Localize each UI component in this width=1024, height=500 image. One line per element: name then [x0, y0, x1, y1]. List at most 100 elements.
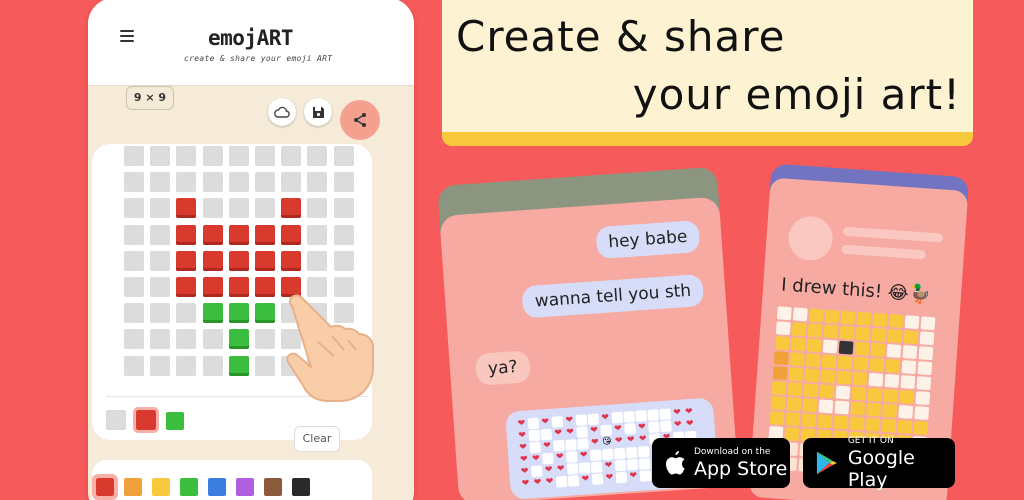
- pixel-cell[interactable]: [228, 224, 249, 245]
- clear-button[interactable]: Clear: [294, 426, 340, 452]
- pixel-cell[interactable]: [307, 146, 328, 166]
- pixel-cell[interactable]: [202, 146, 223, 166]
- pixel-cell[interactable]: [124, 276, 144, 297]
- pixel-cell[interactable]: [254, 329, 275, 350]
- pixel-cell[interactable]: [281, 250, 302, 271]
- pixel-cell[interactable]: [124, 172, 144, 193]
- pixel-cell[interactable]: [333, 198, 354, 219]
- pixel-cell[interactable]: [176, 355, 197, 376]
- pixel-cell[interactable]: [202, 329, 223, 350]
- pixel-cell[interactable]: [228, 303, 249, 324]
- palette-orange[interactable]: [124, 478, 142, 496]
- pixel-cell[interactable]: [254, 146, 275, 166]
- pixel-cell[interactable]: [202, 276, 223, 297]
- grid-size-button[interactable]: 9 × 9: [126, 86, 174, 110]
- pixel-cell[interactable]: [150, 303, 171, 324]
- emoji-pixel: [635, 410, 648, 422]
- palette-yellow[interactable]: [152, 478, 170, 496]
- pixel-cell[interactable]: [307, 224, 328, 245]
- palette-brown[interactable]: [264, 478, 282, 496]
- pixel-cell[interactable]: [228, 146, 249, 166]
- pixel-cell[interactable]: [281, 224, 302, 245]
- pixel-cell[interactable]: [254, 355, 275, 376]
- app-store-small-text: Download on the: [694, 446, 771, 457]
- pixel-cell[interactable]: [176, 198, 197, 219]
- emoji-pixel: [866, 402, 882, 417]
- pixel-cell[interactable]: [333, 250, 354, 271]
- app-store-badge[interactable]: Download on the App Store: [652, 438, 790, 488]
- emoji-pixel: [897, 419, 913, 434]
- palette-blue[interactable]: [208, 478, 226, 496]
- pixel-cell[interactable]: [307, 198, 328, 219]
- pixel-cell[interactable]: [150, 198, 171, 219]
- pixel-cell[interactable]: [124, 355, 144, 376]
- emoji-pixel: [660, 420, 672, 433]
- pixel-cell[interactable]: [254, 224, 275, 245]
- pixel-cell[interactable]: [124, 224, 144, 245]
- pixel-cell[interactable]: [150, 276, 171, 297]
- pixel-cell[interactable]: [333, 146, 354, 166]
- emoji-pixel: [865, 417, 881, 432]
- palette-green[interactable]: [180, 478, 198, 496]
- pixel-cell[interactable]: [228, 198, 249, 219]
- pixel-cell[interactable]: [176, 172, 197, 193]
- pixel-cell[interactable]: [202, 224, 223, 245]
- pixel-cell[interactable]: [176, 250, 197, 271]
- pixel-cell[interactable]: [228, 172, 249, 193]
- share-button[interactable]: [340, 100, 380, 140]
- pixel-cell[interactable]: [202, 355, 223, 376]
- pixel-cell[interactable]: [228, 250, 249, 271]
- recent-color-red[interactable]: [133, 407, 159, 433]
- pixel-cell[interactable]: [228, 355, 249, 376]
- pixel-cell[interactable]: [254, 303, 275, 324]
- pixel-cell[interactable]: [124, 250, 144, 271]
- google-play-badge[interactable]: GET IT ON Google Play: [803, 436, 955, 491]
- pixel-cell[interactable]: [281, 172, 302, 193]
- share-icon: [354, 113, 366, 127]
- emoji-pixel: [601, 448, 614, 461]
- headline-line-1: Create & share: [456, 12, 786, 61]
- pixel-cell[interactable]: [202, 172, 223, 193]
- pixel-cell[interactable]: [281, 198, 302, 219]
- pixel-cell[interactable]: [281, 146, 302, 166]
- pixel-cell[interactable]: [150, 224, 171, 245]
- pixel-cell[interactable]: [307, 250, 328, 271]
- pixel-cell[interactable]: [202, 303, 223, 324]
- palette-red[interactable]: [92, 474, 118, 500]
- pixel-cell[interactable]: [254, 172, 275, 193]
- pixel-cell[interactable]: [124, 329, 144, 350]
- palette-purple[interactable]: [236, 478, 254, 496]
- pixel-cell[interactable]: [150, 172, 171, 193]
- pixel-cell[interactable]: [176, 303, 197, 324]
- cloud-save-button[interactable]: [268, 98, 296, 126]
- pixel-cell[interactable]: [150, 355, 171, 376]
- recent-color-green[interactable]: [166, 412, 184, 430]
- pixel-cell[interactable]: [150, 329, 171, 350]
- pixel-cell[interactable]: [254, 198, 275, 219]
- pixel-cell[interactable]: [202, 250, 223, 271]
- pixel-cell[interactable]: [176, 329, 197, 350]
- emoji-pixel: [898, 404, 914, 419]
- palette-black[interactable]: [292, 478, 310, 496]
- pixel-cell[interactable]: [228, 329, 249, 350]
- recent-color-empty[interactable]: [106, 410, 126, 430]
- pixel-cell[interactable]: [150, 250, 171, 271]
- pixel-cell[interactable]: [254, 276, 275, 297]
- pixel-cell[interactable]: [176, 224, 197, 245]
- emoji-pixel: [851, 386, 867, 401]
- pixel-cell[interactable]: [333, 172, 354, 193]
- pixel-cell[interactable]: [307, 172, 328, 193]
- pixel-cell[interactable]: [124, 303, 144, 324]
- pixel-cell[interactable]: [202, 198, 223, 219]
- save-button[interactable]: [304, 98, 332, 126]
- pixel-cell[interactable]: [150, 146, 171, 166]
- pixel-cell[interactable]: [254, 250, 275, 271]
- pixel-cell[interactable]: [228, 276, 249, 297]
- pixel-cell[interactable]: [333, 224, 354, 245]
- pixel-cell[interactable]: [124, 198, 144, 219]
- hamburger-menu-icon[interactable]: [120, 30, 134, 42]
- pixel-cell[interactable]: [176, 146, 197, 166]
- pixel-cell[interactable]: [124, 146, 144, 166]
- emoji-pixel: [916, 376, 932, 391]
- pixel-cell[interactable]: [176, 276, 197, 297]
